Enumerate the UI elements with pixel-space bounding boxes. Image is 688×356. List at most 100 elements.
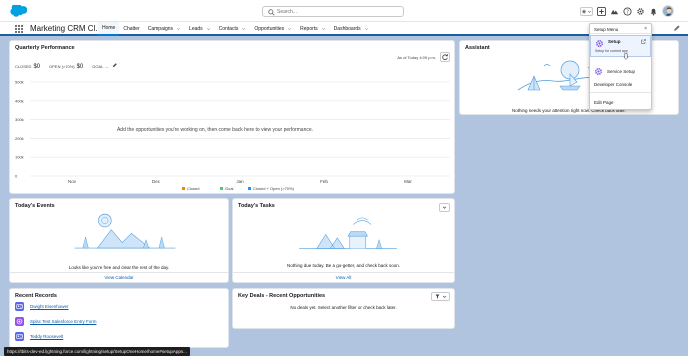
- developer-console-label: Developer Console: [594, 81, 633, 87]
- card-title: Today's Tasks: [238, 203, 275, 209]
- chevron-down-icon[interactable]: [206, 27, 211, 31]
- setup-menu-title: Setup Menu: [594, 27, 619, 32]
- nav-tab-label: Dashboards: [333, 26, 361, 32]
- nav-tab-label: Campaigns: [147, 26, 174, 32]
- setup-label: Setup: [608, 39, 621, 44]
- form-icon: [15, 316, 24, 326]
- legend-item: Closed + Open (>70%): [248, 186, 295, 191]
- trailhead-icon[interactable]: [610, 7, 619, 16]
- x-tick-label: Feb: [320, 179, 328, 184]
- tasks-illustration: [299, 217, 397, 249]
- chevron-down-icon[interactable]: [176, 27, 181, 31]
- nav-tab-label: Chatter: [123, 26, 140, 32]
- y-tick-label: 100k: [15, 155, 24, 160]
- setup-menu-header: Setup Menu ×: [590, 24, 651, 34]
- view-all-tasks-link[interactable]: View All: [233, 272, 454, 282]
- legend-swatch: [220, 187, 223, 190]
- setup-menu-dropdown: Setup Menu × Setup Setup for current app…: [589, 23, 652, 110]
- quarterly-performance-card: Quarterly Performance As of Today 4:09 p…: [9, 40, 455, 194]
- calendar-illustration: [74, 213, 176, 249]
- global-actions-icon[interactable]: [597, 6, 606, 16]
- legend-label: Closed + Open (>70%): [253, 186, 295, 191]
- view-calendar-label: View Calendar: [104, 275, 134, 280]
- notifications-bell-icon[interactable]: [649, 7, 658, 16]
- status-bar-url: https://tbits-dev-ed.lightning.force.com…: [4, 347, 190, 356]
- chevron-down-icon[interactable]: [241, 27, 246, 31]
- menu-divider: [590, 92, 651, 93]
- setup-gear-icon[interactable]: [636, 7, 645, 16]
- nav-tab-label: Leads: [189, 26, 203, 32]
- mouse-pointer-icon: [623, 53, 629, 60]
- setup-menu-item-setup[interactable]: Setup Setup for current app: [590, 35, 651, 57]
- card-title: Recent Records: [15, 293, 57, 299]
- nav-tab-reports[interactable]: Reports: [296, 22, 330, 36]
- deals-filter-dropdown[interactable]: [431, 292, 450, 301]
- view-calendar-link[interactable]: View Calendar: [10, 272, 228, 282]
- deals-empty-message: No deals yet. Select another filter or c…: [290, 305, 397, 310]
- chevron-down-icon[interactable]: [321, 27, 326, 31]
- nav-tab-home[interactable]: Home: [98, 22, 120, 36]
- gear-icon: [594, 67, 603, 75]
- x-tick-label: Mar: [404, 179, 412, 184]
- app-name: Marketing CRM Cl...: [30, 24, 103, 33]
- legend-swatch: [248, 187, 251, 190]
- edit-page-label: Edit Page: [594, 99, 614, 105]
- recent-record-label[interactable]: Splsc Test Salesforce Entry Form: [30, 319, 96, 324]
- recent-record-label[interactable]: Teddy Roosevelt: [30, 334, 63, 339]
- legend-label: Closed: [187, 186, 199, 191]
- card-title: Key Deals - Recent Opportunities: [238, 293, 326, 299]
- setup-menu-item-developer-console[interactable]: Developer Console: [590, 79, 651, 89]
- card-title: Today's Events: [15, 203, 55, 209]
- app-launcher-icon[interactable]: [14, 24, 24, 34]
- contact-icon: [15, 331, 24, 341]
- y-tick-label: 400k: [15, 98, 24, 103]
- chevron-down-icon[interactable]: [287, 27, 292, 31]
- external-link-icon: [641, 39, 646, 44]
- nav-tab-contacts[interactable]: Contacts: [215, 22, 251, 36]
- recent-record-item[interactable]: Teddy Roosevelt: [15, 331, 63, 341]
- help-icon[interactable]: ?: [623, 6, 632, 16]
- global-search-input[interactable]: Search...: [262, 6, 404, 17]
- recent-record-label[interactable]: Dwight Eisenhower: [30, 304, 69, 309]
- service-setup-label: Service Setup: [607, 68, 636, 74]
- x-tick-label: Dec: [152, 179, 161, 184]
- nav-tab-campaigns[interactable]: Campaigns: [144, 22, 185, 36]
- gear-icon: [595, 39, 604, 48]
- chevron-down-icon[interactable]: [364, 27, 369, 31]
- nav-tab-label: Opportunities: [254, 26, 285, 32]
- key-deals-card: Key Deals - Recent Opportunities No deal…: [232, 288, 455, 329]
- todays-tasks-card: Today's Tasks Nothing due today. Be a go…: [232, 198, 455, 283]
- y-tick-label: 200k: [15, 136, 24, 141]
- recent-record-item[interactable]: Dwight Eisenhower: [15, 301, 69, 311]
- nav-tab-dashboards[interactable]: Dashboards: [330, 22, 373, 36]
- recent-record-item[interactable]: Splsc Test Salesforce Entry Form: [15, 316, 96, 326]
- y-tick-label: 500k: [15, 80, 24, 85]
- x-tick-label: Jan: [236, 179, 244, 184]
- close-icon[interactable]: ×: [644, 26, 647, 32]
- setup-menu-item-service-setup[interactable]: Service Setup: [590, 66, 651, 76]
- chevron-down-icon: [587, 10, 592, 13]
- salesforce-logo[interactable]: [10, 5, 27, 17]
- legend-item: Goal: [220, 186, 234, 191]
- y-tick-label: 300k: [15, 117, 24, 122]
- tasks-filter-dropdown[interactable]: [439, 203, 450, 212]
- user-avatar[interactable]: [662, 5, 674, 17]
- nav-tab-label: Contacts: [218, 26, 239, 32]
- x-tick-label: Nov: [68, 179, 77, 184]
- setup-menu-item-edit-page[interactable]: Edit Page: [590, 97, 651, 107]
- nav-tab-leads[interactable]: Leads: [185, 22, 215, 36]
- favorites-button[interactable]: [580, 6, 593, 16]
- nav-tabs: Home Chatter Campaigns Leads Contacts Opportu…: [98, 22, 373, 36]
- recent-records-card: Recent Records Dwight Eisenhower Splsc Te…: [9, 288, 229, 348]
- edit-nav-pencil-icon[interactable]: [673, 25, 680, 32]
- nav-tab-label: Home: [102, 25, 116, 31]
- chevron-down-icon: [442, 295, 446, 298]
- svg-text:?: ?: [626, 9, 629, 15]
- legend-swatch: [182, 187, 185, 190]
- nav-tab-opportunities[interactable]: Opportunities: [250, 22, 296, 36]
- header-utility-icons: ?: [580, 5, 674, 17]
- global-header: Search... ?: [0, 0, 688, 22]
- filter-icon: [435, 294, 439, 299]
- chevron-down-icon: [442, 206, 447, 209]
- nav-tab-chatter[interactable]: Chatter: [119, 22, 143, 36]
